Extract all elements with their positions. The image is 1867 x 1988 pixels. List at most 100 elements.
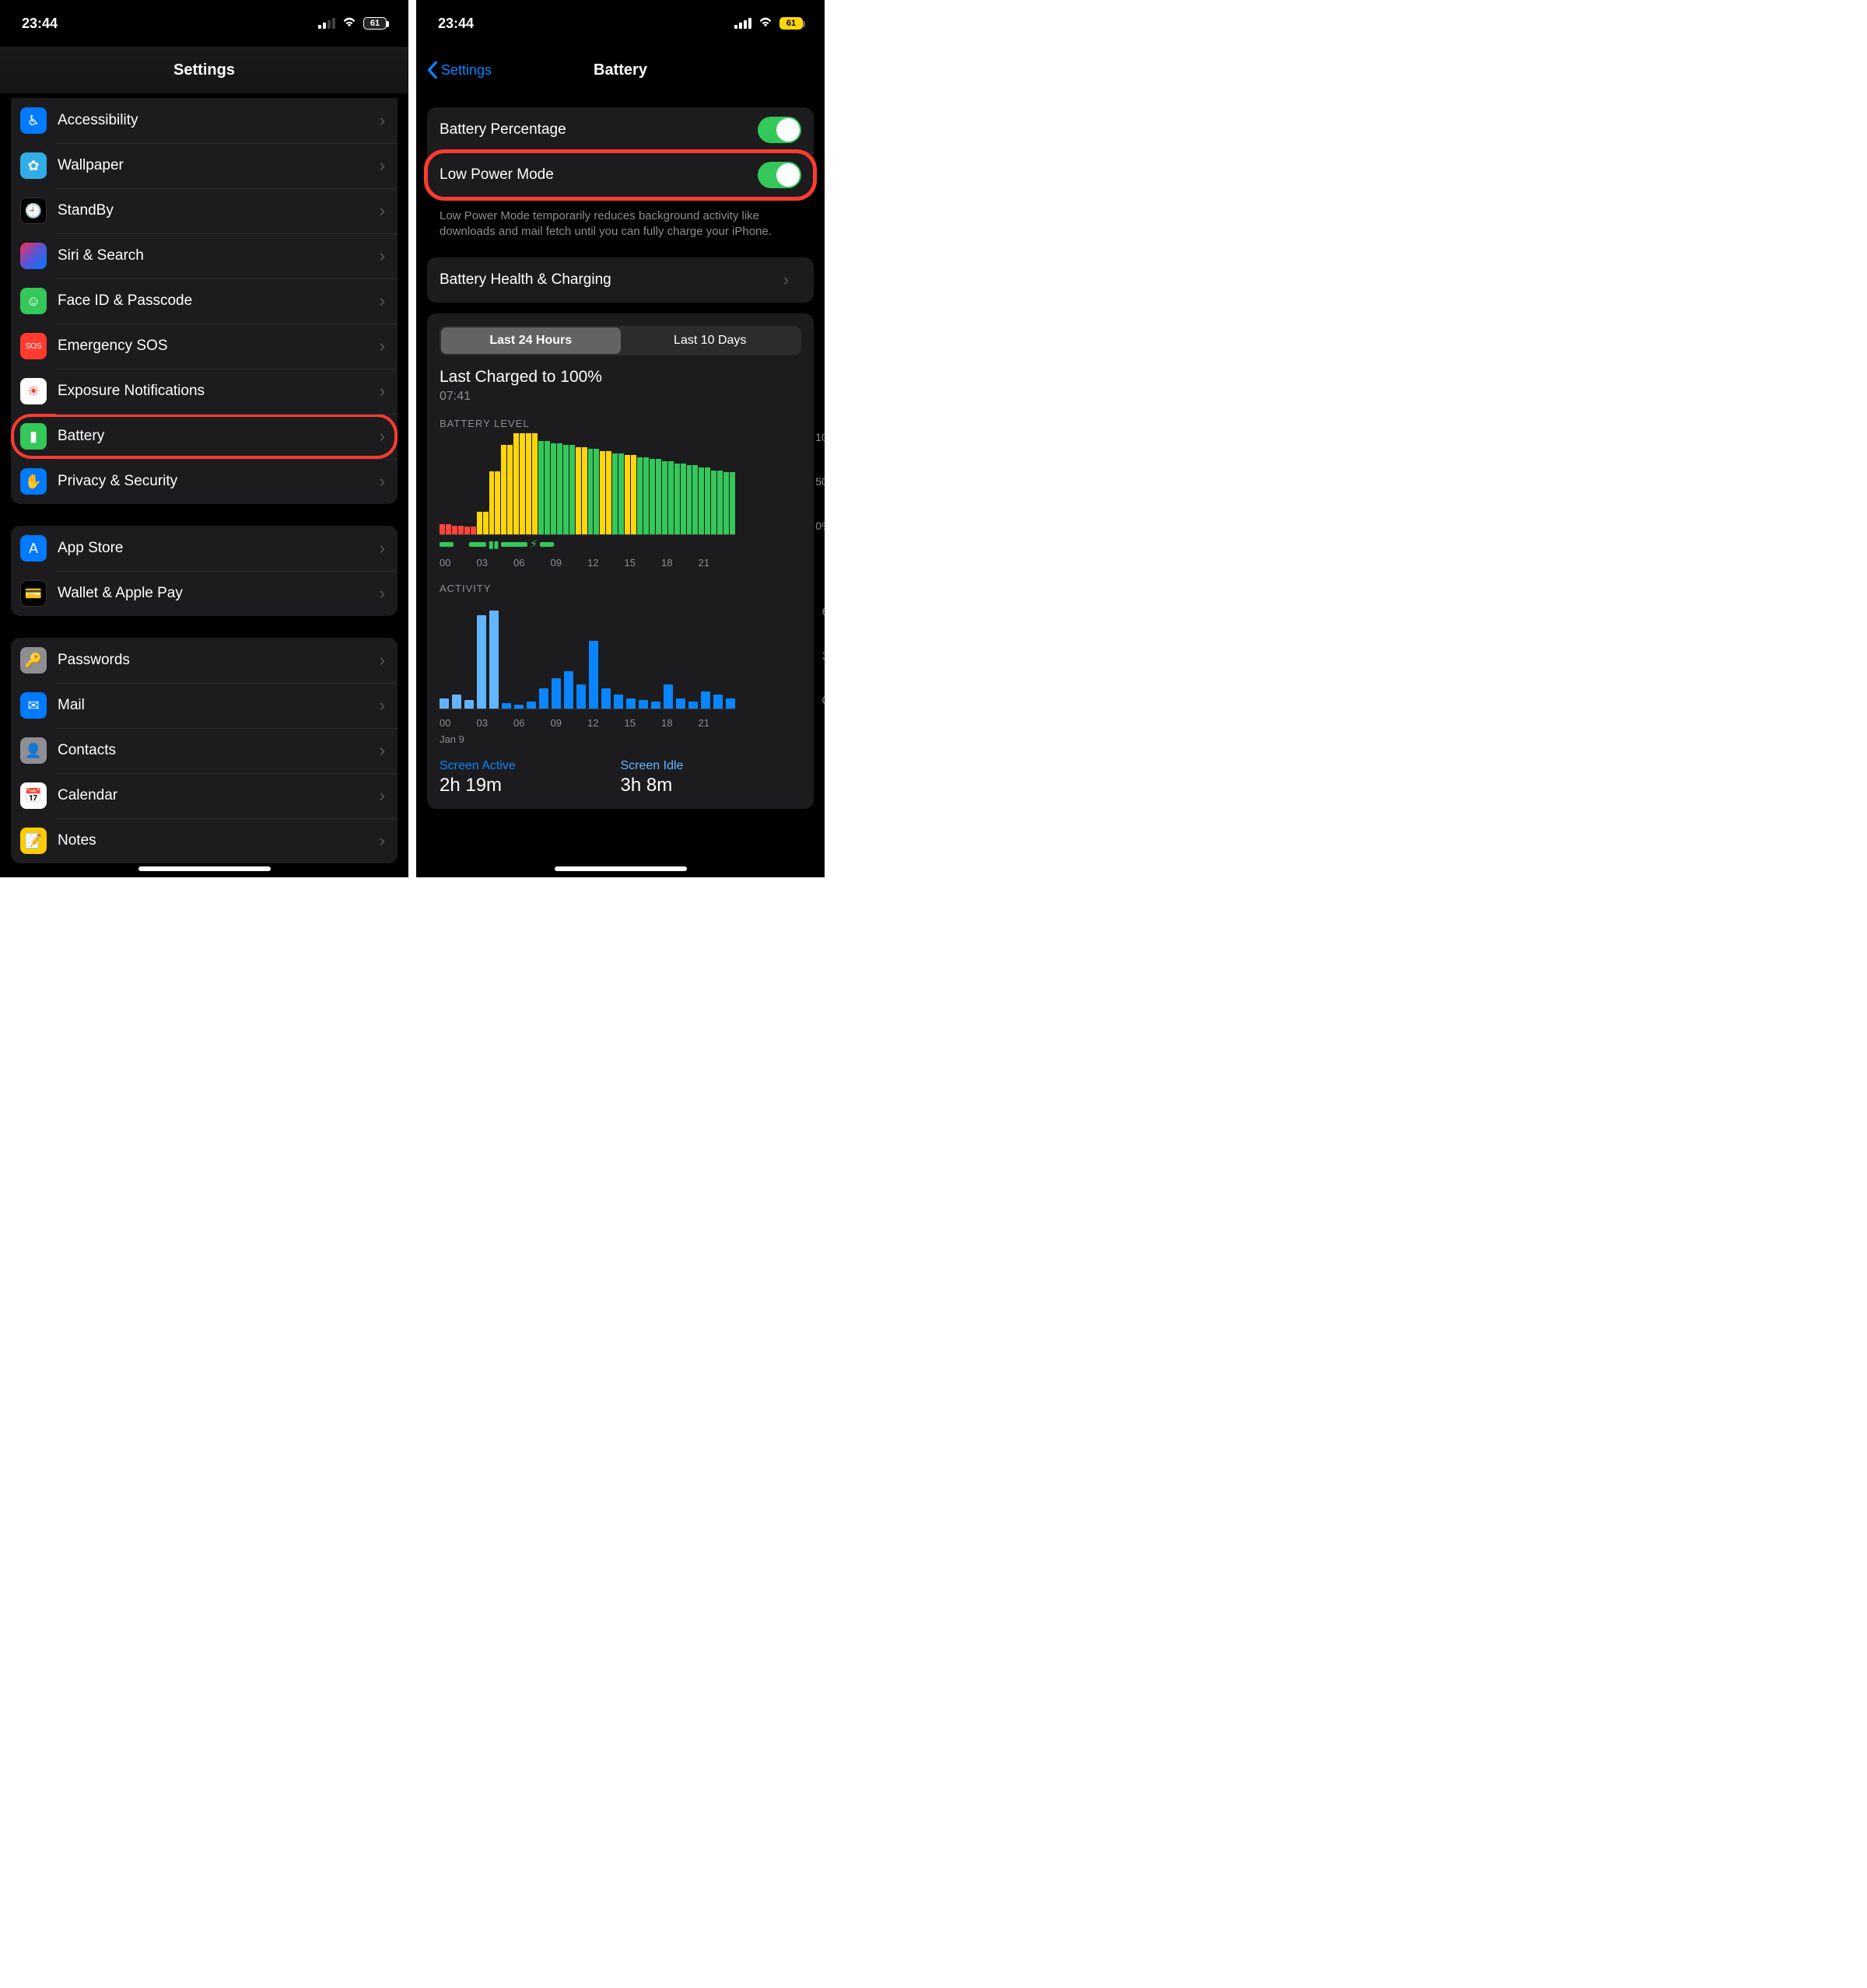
row-label: Passwords [58, 652, 380, 669]
chevron-right-icon: › [380, 831, 398, 851]
activity-xaxis: 0003060912151821 [440, 717, 735, 729]
chevron-right-icon: › [783, 270, 801, 290]
low-power-mode-switch[interactable] [758, 162, 801, 188]
standby-icon: 🕘 [20, 198, 47, 224]
row-label: Wallet & Apple Pay [58, 585, 380, 602]
status-bar: 23:44 61 [416, 0, 825, 47]
passwords-icon: 🔑 [20, 647, 47, 674]
screen-idle-head: Screen Idle [621, 759, 802, 773]
status-bar: 23:44 61 [0, 0, 408, 47]
row-label: Contacts [58, 742, 380, 759]
row-label: Siri & Search [58, 247, 380, 264]
chevron-right-icon: › [380, 246, 398, 266]
settings-row-accessibility[interactable]: ♿︎ Accessibility› [11, 98, 398, 143]
row-label: Exposure Notifications [58, 383, 380, 400]
chevron-right-icon: › [380, 201, 398, 221]
home-indicator[interactable] [555, 866, 687, 871]
chevron-right-icon: › [380, 471, 398, 492]
cellular-icon [734, 18, 751, 29]
settings-row-calendar[interactable]: 📅 Calendar› [11, 773, 398, 818]
wallet-icon: 💳 [20, 580, 47, 607]
settings-row-standby[interactable]: 🕘 StandBy› [11, 188, 398, 233]
wifi-icon [758, 16, 773, 31]
settings-row-passwords[interactable]: 🔑 Passwords› [11, 638, 398, 683]
chart-date: Jan 9 [440, 733, 801, 745]
faceid-icon: ☺ [20, 288, 47, 314]
activity-head: ACTIVITY [440, 583, 801, 594]
usage-card: Last 24 Hours Last 10 Days Last Charged … [427, 313, 814, 809]
battery-level-head: BATTERY LEVEL [440, 418, 801, 429]
battery-icon: ▮ [20, 423, 47, 450]
seg-24h[interactable]: Last 24 Hours [441, 327, 621, 354]
page-title: Battery [594, 61, 647, 79]
battery-toggles-group: Battery Percentage Low Power Mode [427, 107, 814, 198]
charging-track: ▮▮ ⚡︎ [440, 540, 735, 549]
battery-level-chart [440, 434, 735, 535]
settings-row-face-id-passcode[interactable]: ☺Face ID & Passcode› [11, 278, 398, 324]
chevron-right-icon: › [380, 426, 398, 446]
chevron-right-icon: › [380, 650, 398, 670]
activity-ylabels: 60m 30m 0m [822, 605, 825, 706]
wallpaper-icon: ✿ [20, 152, 47, 179]
accessibility-icon: ♿︎ [20, 107, 47, 134]
chevron-right-icon: › [380, 538, 398, 558]
battery-health-row[interactable]: Battery Health & Charging › [427, 257, 814, 303]
status-time: 23:44 [438, 16, 474, 32]
row-label: Accessibility [58, 112, 380, 129]
settings-row-emergency-sos[interactable]: SOSEmergency SOS› [11, 324, 398, 369]
settings-row-siri-search[interactable]: Siri & Search› [11, 233, 398, 278]
battery-health-group: Battery Health & Charging › [427, 257, 814, 303]
bolt-icon: ⚡︎ [530, 537, 538, 551]
screen-time-stats: Screen Active 2h 19m Screen Idle 3h 8m [440, 759, 801, 796]
settings-row-wallpaper[interactable]: ✿Wallpaper› [11, 143, 398, 188]
contacts-icon: 👤 [20, 737, 47, 764]
battery-level-xaxis: 0003060912151821 [440, 557, 735, 569]
battery-health-label: Battery Health & Charging [440, 271, 783, 289]
chevron-right-icon: › [380, 740, 398, 761]
appstore-icon: A [20, 535, 47, 562]
battery-status-icon: 61 [363, 17, 387, 30]
lpm-description: Low Power Mode temporarily reduces backg… [440, 208, 801, 240]
privacy-icon: ✋ [20, 468, 47, 495]
row-label: Mail [58, 697, 380, 714]
siri-icon [20, 243, 47, 269]
settings-group: 🔑Passwords›✉Mail›👤Contacts›📅Calendar›📝No… [11, 638, 398, 863]
activity-chart [440, 608, 735, 709]
settings-phone: 23:44 61 Settings ♿︎Accessibility›✿Wallp… [0, 0, 408, 877]
low-power-mode-row[interactable]: Low Power Mode [427, 152, 814, 198]
time-range-segment[interactable]: Last 24 Hours Last 10 Days [440, 326, 801, 355]
calendar-icon: 📅 [20, 782, 47, 809]
settings-row-contacts[interactable]: 👤 Contacts› [11, 728, 398, 773]
row-label: Calendar [58, 787, 380, 804]
battery-percentage-switch[interactable] [758, 117, 801, 143]
sos-icon: SOS [20, 333, 47, 359]
status-time: 23:44 [22, 16, 58, 32]
row-label: StandBy [58, 202, 380, 219]
chevron-right-icon: › [380, 110, 398, 131]
settings-row-notes[interactable]: 📝Notes› [11, 818, 398, 863]
chevron-right-icon: › [380, 291, 398, 311]
settings-row-exposure-notifications[interactable]: ☀Exposure Notifications› [11, 369, 398, 414]
settings-title: Settings [0, 47, 408, 93]
home-indicator[interactable] [138, 866, 271, 871]
last-charged-title: Last Charged to 100% [440, 368, 801, 387]
settings-group: ♿︎Accessibility›✿Wallpaper›🕘StandBy›Siri… [11, 98, 398, 504]
notes-icon: 📝 [20, 828, 47, 854]
row-label: Battery [58, 428, 380, 445]
battery-percentage-row[interactable]: Battery Percentage [427, 107, 814, 152]
battery-level-ylabels: 100% 50% 0% [815, 431, 825, 532]
seg-10d[interactable]: Last 10 Days [621, 327, 800, 354]
chevron-right-icon: › [380, 695, 398, 716]
settings-row-app-store[interactable]: A App Store› [11, 526, 398, 571]
settings-row-mail[interactable]: ✉ Mail› [11, 683, 398, 728]
row-label: App Store [58, 540, 380, 557]
mail-icon: ✉ [20, 692, 47, 719]
settings-row-wallet-apple-pay[interactable]: 💳Wallet & Apple Pay› [11, 571, 398, 616]
settings-row-battery[interactable]: ▮ Battery› [11, 414, 398, 459]
settings-row-privacy-security[interactable]: ✋Privacy & Security› [11, 459, 398, 504]
wifi-icon [342, 16, 357, 31]
chevron-right-icon: › [380, 786, 398, 806]
screen-idle-val: 3h 8m [621, 775, 802, 796]
back-button[interactable]: Settings [427, 47, 492, 93]
settings-group: A App Store› 💳 Wallet & Apple Pay › [11, 526, 398, 616]
